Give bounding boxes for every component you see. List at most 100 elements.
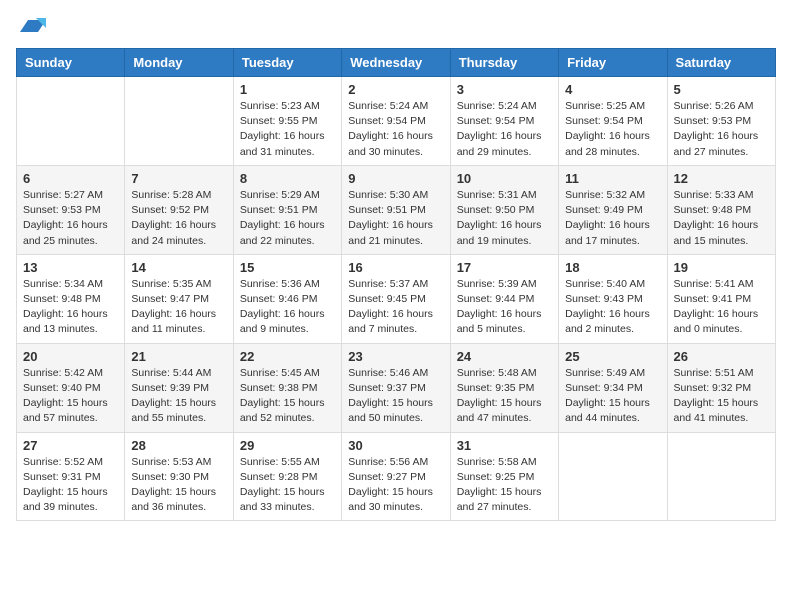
calendar-day-cell: 12 Sunrise: 5:33 AM Sunset: 9:48 PM Dayli… (667, 165, 775, 254)
page-header (16, 16, 776, 36)
day-number: 31 (457, 438, 552, 453)
calendar-day-cell: 6Sunrise: 5:27 AM Sunset: 9:53 PM Daylig… (17, 165, 125, 254)
day-info: Sunrise: 5:56 AM Sunset: 9:27 PM Dayligh… (348, 455, 443, 516)
weekday-header: Wednesday (342, 49, 450, 77)
day-info: Sunrise: 5:52 AM Sunset: 9:31 PM Dayligh… (23, 455, 118, 516)
day-info: Sunrise: 5:25 AM Sunset: 9:54 PM Dayligh… (565, 99, 660, 160)
calendar-day-cell (559, 432, 667, 521)
day-info: Sunrise: 5:24 AM Sunset: 9:54 PM Dayligh… (348, 99, 443, 160)
calendar-day-cell: 31 Sunrise: 5:58 AM Sunset: 9:25 PM Dayli… (450, 432, 558, 521)
day-info: Sunrise: 5:55 AM Sunset: 9:28 PM Dayligh… (240, 455, 335, 516)
calendar-header-row: SundayMondayTuesdayWednesdayThursdayFrid… (17, 49, 776, 77)
day-number: 2 (348, 82, 443, 97)
day-number: 23 (348, 349, 443, 364)
calendar-day-cell: 27Sunrise: 5:52 AM Sunset: 9:31 PM Dayli… (17, 432, 125, 521)
day-number: 5 (674, 82, 769, 97)
day-info: Sunrise: 5:42 AM Sunset: 9:40 PM Dayligh… (23, 366, 118, 427)
day-number: 9 (348, 171, 443, 186)
calendar-day-cell (667, 432, 775, 521)
calendar-day-cell: 11Sunrise: 5:32 AM Sunset: 9:49 PM Dayli… (559, 165, 667, 254)
day-info: Sunrise: 5:34 AM Sunset: 9:48 PM Dayligh… (23, 277, 118, 338)
calendar-day-cell: 30 Sunrise: 5:56 AM Sunset: 9:27 PM Dayli… (342, 432, 450, 521)
day-info: Sunrise: 5:53 AM Sunset: 9:30 PM Dayligh… (131, 455, 226, 516)
calendar-day-cell: 4 Sunrise: 5:25 AM Sunset: 9:54 PM Daylig… (559, 77, 667, 166)
calendar-day-cell: 26 Sunrise: 5:51 AM Sunset: 9:32 PM Dayli… (667, 343, 775, 432)
calendar-day-cell: 24 Sunrise: 5:48 AM Sunset: 9:35 PM Dayli… (450, 343, 558, 432)
day-info: Sunrise: 5:49 AM Sunset: 9:34 PM Dayligh… (565, 366, 660, 427)
calendar-week-row: 6Sunrise: 5:27 AM Sunset: 9:53 PM Daylig… (17, 165, 776, 254)
calendar-day-cell: 13 Sunrise: 5:34 AM Sunset: 9:48 PM Dayli… (17, 254, 125, 343)
day-number: 6 (23, 171, 118, 186)
day-number: 1 (240, 82, 335, 97)
calendar-day-cell: 9 Sunrise: 5:30 AM Sunset: 9:51 PM Daylig… (342, 165, 450, 254)
day-number: 26 (674, 349, 769, 364)
calendar-day-cell: 17 Sunrise: 5:39 AM Sunset: 9:44 PM Dayli… (450, 254, 558, 343)
calendar-week-row: 20 Sunrise: 5:42 AM Sunset: 9:40 PM Dayli… (17, 343, 776, 432)
calendar-table: SundayMondayTuesdayWednesdayThursdayFrid… (16, 48, 776, 521)
day-number: 21 (131, 349, 226, 364)
day-info: Sunrise: 5:28 AM Sunset: 9:52 PM Dayligh… (131, 188, 226, 249)
calendar-day-cell: 16 Sunrise: 5:37 AM Sunset: 9:45 PM Dayli… (342, 254, 450, 343)
weekday-header: Saturday (667, 49, 775, 77)
logo (16, 16, 46, 36)
day-number: 4 (565, 82, 660, 97)
calendar-day-cell: 18 Sunrise: 5:40 AM Sunset: 9:43 PM Dayli… (559, 254, 667, 343)
calendar-day-cell: 25 Sunrise: 5:49 AM Sunset: 9:34 PM Dayli… (559, 343, 667, 432)
calendar-day-cell: 5 Sunrise: 5:26 AM Sunset: 9:53 PM Daylig… (667, 77, 775, 166)
day-number: 25 (565, 349, 660, 364)
day-number: 17 (457, 260, 552, 275)
calendar-day-cell: 20 Sunrise: 5:42 AM Sunset: 9:40 PM Dayli… (17, 343, 125, 432)
day-info: Sunrise: 5:45 AM Sunset: 9:38 PM Dayligh… (240, 366, 335, 427)
weekday-header: Friday (559, 49, 667, 77)
day-number: 20 (23, 349, 118, 364)
weekday-header: Thursday (450, 49, 558, 77)
calendar-day-cell: 14 Sunrise: 5:35 AM Sunset: 9:47 PM Dayli… (125, 254, 233, 343)
calendar-day-cell: 8 Sunrise: 5:29 AM Sunset: 9:51 PM Daylig… (233, 165, 341, 254)
day-info: Sunrise: 5:48 AM Sunset: 9:35 PM Dayligh… (457, 366, 552, 427)
day-number: 14 (131, 260, 226, 275)
day-info: Sunrise: 5:35 AM Sunset: 9:47 PM Dayligh… (131, 277, 226, 338)
day-info: Sunrise: 5:31 AM Sunset: 9:50 PM Dayligh… (457, 188, 552, 249)
calendar-day-cell: 1 Sunrise: 5:23 AM Sunset: 9:55 PM Daylig… (233, 77, 341, 166)
calendar-day-cell: 28Sunrise: 5:53 AM Sunset: 9:30 PM Dayli… (125, 432, 233, 521)
day-info: Sunrise: 5:51 AM Sunset: 9:32 PM Dayligh… (674, 366, 769, 427)
calendar-day-cell (17, 77, 125, 166)
calendar-day-cell: 15 Sunrise: 5:36 AM Sunset: 9:46 PM Dayli… (233, 254, 341, 343)
day-number: 18 (565, 260, 660, 275)
calendar-day-cell: 2 Sunrise: 5:24 AM Sunset: 9:54 PM Daylig… (342, 77, 450, 166)
calendar-day-cell: 21Sunrise: 5:44 AM Sunset: 9:39 PM Dayli… (125, 343, 233, 432)
day-number: 10 (457, 171, 552, 186)
day-info: Sunrise: 5:37 AM Sunset: 9:45 PM Dayligh… (348, 277, 443, 338)
day-number: 30 (348, 438, 443, 453)
day-info: Sunrise: 5:58 AM Sunset: 9:25 PM Dayligh… (457, 455, 552, 516)
day-number: 29 (240, 438, 335, 453)
day-number: 16 (348, 260, 443, 275)
weekday-header: Monday (125, 49, 233, 77)
day-number: 24 (457, 349, 552, 364)
calendar-day-cell: 10 Sunrise: 5:31 AM Sunset: 9:50 PM Dayli… (450, 165, 558, 254)
day-number: 8 (240, 171, 335, 186)
day-info: Sunrise: 5:23 AM Sunset: 9:55 PM Dayligh… (240, 99, 335, 160)
calendar-day-cell: 19Sunrise: 5:41 AM Sunset: 9:41 PM Dayli… (667, 254, 775, 343)
day-number: 22 (240, 349, 335, 364)
day-info: Sunrise: 5:24 AM Sunset: 9:54 PM Dayligh… (457, 99, 552, 160)
day-info: Sunrise: 5:33 AM Sunset: 9:48 PM Dayligh… (674, 188, 769, 249)
day-info: Sunrise: 5:36 AM Sunset: 9:46 PM Dayligh… (240, 277, 335, 338)
calendar-week-row: 1 Sunrise: 5:23 AM Sunset: 9:55 PM Daylig… (17, 77, 776, 166)
day-info: Sunrise: 5:29 AM Sunset: 9:51 PM Dayligh… (240, 188, 335, 249)
weekday-header: Tuesday (233, 49, 341, 77)
calendar-day-cell: 7Sunrise: 5:28 AM Sunset: 9:52 PM Daylig… (125, 165, 233, 254)
calendar-week-row: 13 Sunrise: 5:34 AM Sunset: 9:48 PM Dayli… (17, 254, 776, 343)
calendar-day-cell: 29 Sunrise: 5:55 AM Sunset: 9:28 PM Dayli… (233, 432, 341, 521)
day-info: Sunrise: 5:39 AM Sunset: 9:44 PM Dayligh… (457, 277, 552, 338)
weekday-header: Sunday (17, 49, 125, 77)
day-number: 13 (23, 260, 118, 275)
day-number: 12 (674, 171, 769, 186)
day-info: Sunrise: 5:41 AM Sunset: 9:41 PM Dayligh… (674, 277, 769, 338)
calendar-week-row: 27Sunrise: 5:52 AM Sunset: 9:31 PM Dayli… (17, 432, 776, 521)
day-number: 15 (240, 260, 335, 275)
calendar-day-cell: 3Sunrise: 5:24 AM Sunset: 9:54 PM Daylig… (450, 77, 558, 166)
day-info: Sunrise: 5:30 AM Sunset: 9:51 PM Dayligh… (348, 188, 443, 249)
day-info: Sunrise: 5:40 AM Sunset: 9:43 PM Dayligh… (565, 277, 660, 338)
day-info: Sunrise: 5:26 AM Sunset: 9:53 PM Dayligh… (674, 99, 769, 160)
